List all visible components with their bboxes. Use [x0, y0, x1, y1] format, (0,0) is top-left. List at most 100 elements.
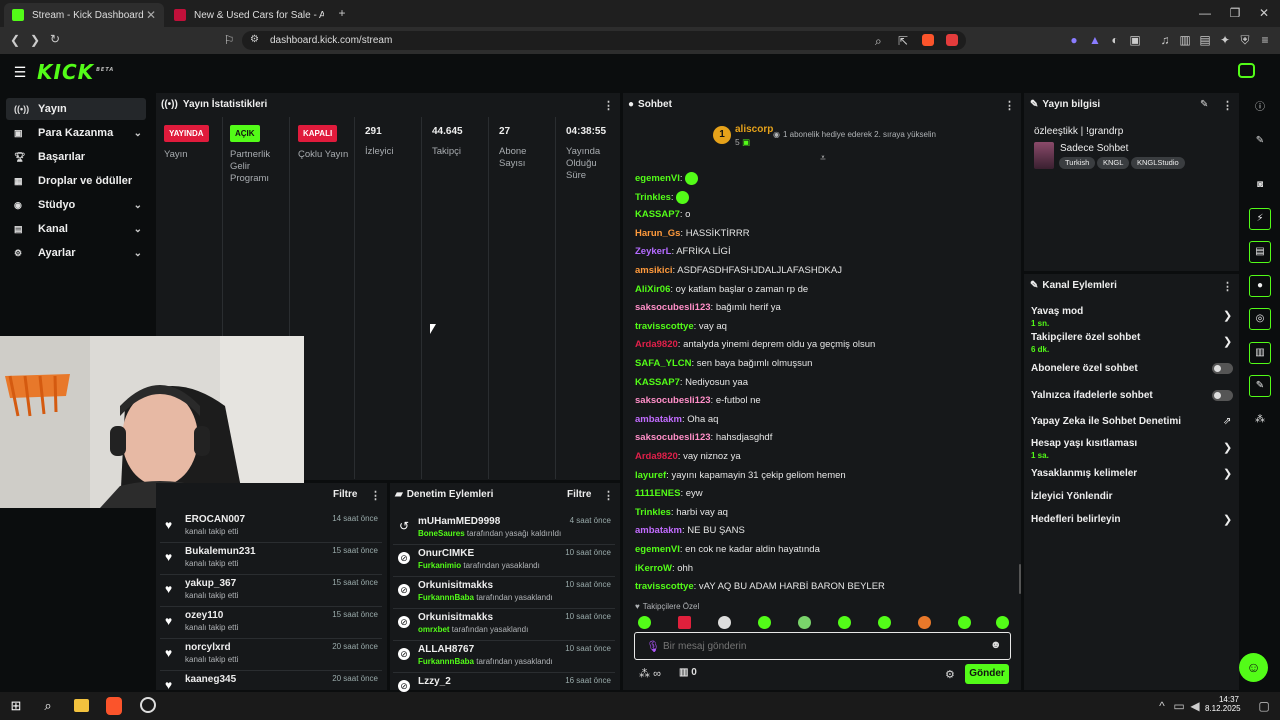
restore-icon[interactable]: ❐: [1228, 6, 1242, 20]
banned-words-item[interactable]: Yasaklanmış kelimeler: [1031, 468, 1137, 479]
chat-username[interactable]: amsikici: [635, 265, 673, 276]
ai-moderation-item[interactable]: Yapay Zeka ile Sohbet Denetimi: [1031, 416, 1181, 427]
moderated-user[interactable]: Orkunisitmakks: [418, 612, 493, 623]
moderated-user[interactable]: OnurCIMKE: [418, 548, 474, 559]
follow-row[interactable]: ♥ kaaneg345 20 saat önce: [160, 671, 382, 692]
follow-row[interactable]: ♥ Bukalemun231 kanalı takip etti 15 saat…: [160, 543, 382, 575]
emote-icon[interactable]: [958, 616, 971, 629]
chat-username[interactable]: AliXir06: [635, 284, 670, 295]
account-age-item[interactable]: Hesap yaşı kısıtlaması 1 sa.: [1031, 438, 1137, 460]
moderation-toggle-icon[interactable]: ▥: [1249, 342, 1271, 364]
file-explorer-icon[interactable]: [74, 699, 89, 712]
emote-only-toggle[interactable]: [1212, 390, 1233, 401]
tray-arrow-icon[interactable]: ^: [1155, 699, 1169, 713]
notifications-icon[interactable]: ▢: [1257, 699, 1271, 713]
tab-kick-dashboard[interactable]: Stream - Kick Dashboard ✕: [4, 3, 164, 27]
stream-tag[interactable]: KNGL: [1097, 157, 1130, 169]
broadcast-toggle-icon[interactable]: ◎: [1249, 308, 1271, 330]
window-close-icon[interactable]: ✕: [1257, 6, 1271, 20]
category-thumbnail[interactable]: [1034, 142, 1054, 169]
chat-username[interactable]: Arda9820: [635, 339, 678, 350]
moderation-row[interactable]: ⊘ Orkunisitmakks omrxbet tarafından yasa…: [393, 609, 615, 641]
site-info-icon[interactable]: ⚙: [250, 34, 259, 45]
chat-username[interactable]: KASSAP7: [635, 209, 680, 220]
volume-icon[interactable]: ◀︎: [1188, 699, 1202, 713]
moderated-user[interactable]: Orkunisitmakks: [418, 580, 493, 591]
pencil-icon[interactable]: ✎: [1249, 130, 1271, 152]
chat-input-box[interactable]: 🎙︎ ☻: [634, 632, 1011, 660]
chat-scrollbar[interactable]: [1019, 564, 1021, 594]
chat-username[interactable]: ZeykerL: [635, 246, 671, 257]
chevron-right-icon[interactable]: ❯: [1223, 335, 1232, 348]
zoom-icon[interactable]: ⌕: [875, 34, 882, 49]
sidebar-item-basarilar[interactable]: 🏆︎ Başarılar: [6, 146, 146, 168]
sidebar-item-kanal[interactable]: ▤ Kanal ⌄: [6, 218, 146, 240]
forward-icon[interactable]: ❯: [28, 33, 42, 47]
stream-info-more-icon[interactable]: ⋮: [1222, 99, 1233, 112]
chat-username[interactable]: Trinkles: [635, 507, 671, 518]
brave-rewards-icon[interactable]: [946, 34, 958, 46]
follow-row[interactable]: ♥ yakup_367 kanalı takip etti 15 saat ön…: [160, 575, 382, 607]
follow-row[interactable]: ♥ ozey110 kanalı takip etti 15 saat önce: [160, 607, 382, 639]
emoji-picker-icon[interactable]: ☻: [990, 639, 1002, 651]
follower-name[interactable]: EROCAN007: [185, 514, 245, 525]
follows-more-icon[interactable]: ⋮: [370, 489, 381, 502]
emote-icon[interactable]: [718, 616, 731, 629]
wallet-icon[interactable]: ▤: [1198, 33, 1212, 47]
top-gifter-name[interactable]: aliscorp: [735, 124, 773, 135]
minimize-icon[interactable]: —: [1198, 6, 1212, 20]
emote-icon[interactable]: [678, 616, 691, 629]
sidebar-item-studyo[interactable]: ◉ Stüdyo ⌄: [6, 194, 146, 216]
chat-username[interactable]: saksocubesli123: [635, 302, 711, 313]
follower-name[interactable]: kaaneg345: [185, 674, 236, 685]
emote-icon[interactable]: [758, 616, 771, 629]
extension2-icon[interactable]: ◐: [1108, 33, 1122, 47]
sidebar-item-ayarlar[interactable]: ⚙ Ayarlar ⌄: [6, 242, 146, 264]
info-icon[interactable]: ⓘ: [1249, 97, 1271, 119]
bookmark-icon[interactable]: ⚐: [222, 33, 236, 47]
chat-username[interactable]: ambatakm: [635, 525, 682, 536]
chat-username[interactable]: 1111ENES: [635, 488, 680, 499]
vpn-shield-icon[interactable]: ⛨: [1238, 33, 1252, 48]
emote-icon[interactable]: [798, 616, 811, 629]
channel-actions-more-icon[interactable]: ⋮: [1222, 280, 1233, 293]
follower-name[interactable]: norcylxrd: [185, 642, 231, 653]
chat-username[interactable]: saksocubesli123: [635, 395, 711, 406]
chat-username[interactable]: egemenVI: [635, 544, 680, 555]
send-button[interactable]: Gönder: [965, 664, 1009, 684]
wrench-toggle-icon[interactable]: ✎: [1249, 375, 1271, 397]
moderation-more-icon[interactable]: ⋮: [603, 489, 614, 502]
back-icon[interactable]: ❮: [8, 33, 22, 47]
search-icon[interactable]: ⌕: [40, 698, 56, 714]
follow-row[interactable]: ♥ norcylxrd kanalı takip etti 20 saat ön…: [160, 639, 382, 671]
follows-filter-button[interactable]: Filtre: [333, 489, 357, 500]
raid-viewers-item[interactable]: İzleyici Yönlendir: [1031, 491, 1113, 502]
followers-only-chat-item[interactable]: Takipçilere özel sohbet 6 dk.: [1031, 332, 1140, 354]
chat-username[interactable]: Trinkles: [635, 192, 671, 203]
reload-icon[interactable]: ↻: [48, 32, 62, 46]
chat-toggle-icon[interactable]: ●: [1249, 275, 1271, 297]
stats-more-icon[interactable]: ⋮: [603, 99, 614, 112]
kick-logo[interactable]: KICK BETA: [37, 60, 114, 84]
chat-username[interactable]: ambatakm: [635, 414, 682, 425]
moderation-row[interactable]: ↺ mUHamMED9998 BoneSaures tarafından yas…: [393, 513, 615, 545]
sidebar-item-yayin[interactable]: ((•)) Yayın: [6, 98, 146, 120]
obs-icon[interactable]: [140, 697, 156, 713]
leo-ai-icon[interactable]: ✦: [1218, 33, 1232, 47]
vpn-icon[interactable]: ●: [1067, 33, 1081, 47]
emote-icon[interactable]: [838, 616, 851, 629]
stream-category[interactable]: Sadece Sohbet: [1060, 143, 1128, 154]
stream-tag[interactable]: Turkish: [1059, 157, 1096, 169]
windows-start-icon[interactable]: ⊞: [8, 698, 24, 714]
chat-username[interactable]: egemenVI: [635, 173, 680, 184]
follow-row[interactable]: ♥ EROCAN007 kanalı takip etti 14 saat ön…: [160, 511, 382, 543]
moderation-row[interactable]: ⊘ ALLAH8767 FurkannnBaba tarafından yasa…: [393, 641, 615, 673]
notes-icon[interactable]: ▤: [1249, 241, 1271, 263]
sidebar-item-droplar[interactable]: ▦ Droplar ve ödüller: [6, 170, 146, 192]
brave-shields-icon[interactable]: [922, 34, 934, 46]
chat-username[interactable]: Arda9820: [635, 451, 678, 462]
chevron-right-icon[interactable]: ❯: [1223, 513, 1232, 526]
taskbar-clock[interactable]: 14:37 8.12.2025: [1205, 695, 1241, 713]
pinned-expand-icon[interactable]: ⩡: [816, 153, 830, 164]
camera-icon[interactable]: ◙: [1249, 174, 1271, 196]
